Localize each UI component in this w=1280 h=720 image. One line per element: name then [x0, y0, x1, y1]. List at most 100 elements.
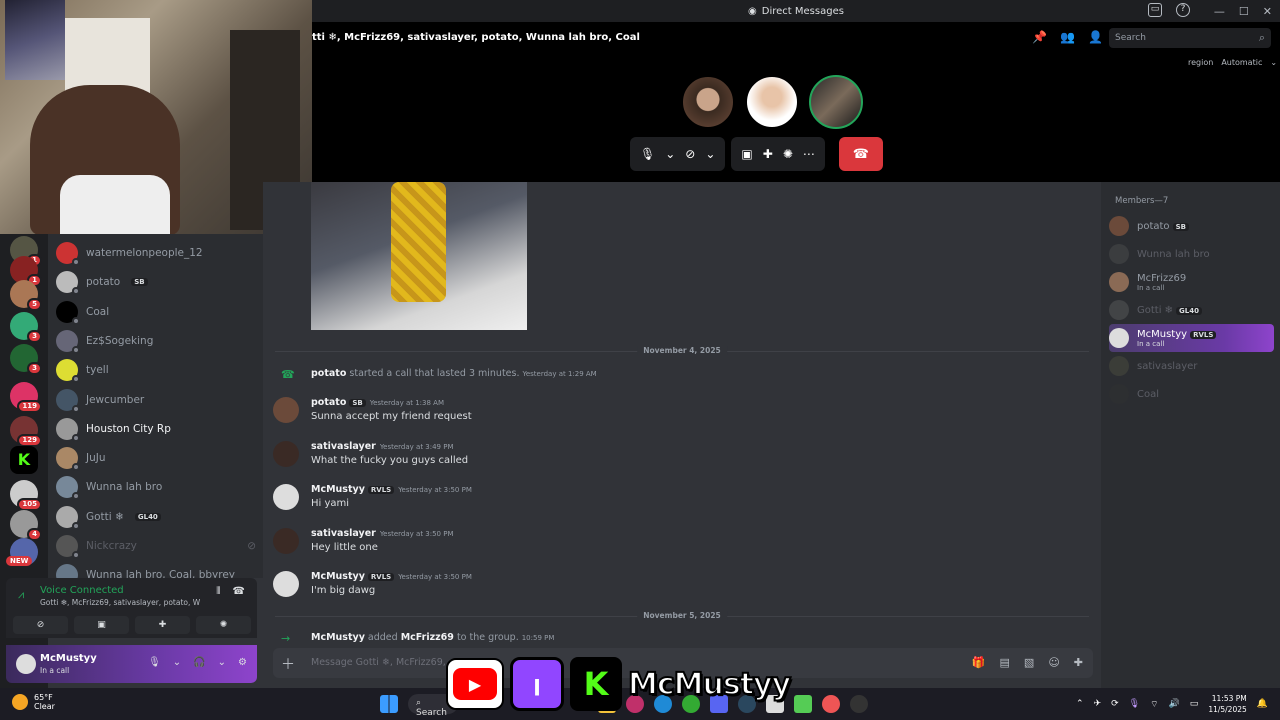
member-item[interactable]: potato SB	[1109, 212, 1274, 240]
camera-off-button[interactable]: ⊘	[13, 616, 68, 634]
chevron-down-icon[interactable]: ⌄	[173, 657, 181, 668]
microphone-icon[interactable]: 🎙	[640, 147, 655, 161]
noise-suppression-icon[interactable]: ⦀	[216, 586, 220, 597]
obs-icon[interactable]	[850, 695, 868, 713]
battery-icon[interactable]: ▭	[1190, 699, 1199, 709]
notification-bell-icon[interactable]: 🔔	[1257, 699, 1268, 709]
screen-share-icon[interactable]: ▣	[741, 147, 752, 161]
activities-button[interactable]: ✚	[135, 616, 190, 634]
apps-icon[interactable]: ✚	[1074, 656, 1083, 669]
headphones-icon[interactable]: 🎧	[193, 657, 205, 668]
app-icon[interactable]	[794, 695, 812, 713]
disconnect-icon[interactable]: ☎	[233, 586, 245, 597]
voice-status[interactable]: Voice Connected	[40, 585, 124, 596]
voice-channel[interactable]: Gotti ❄, McFrizz69, sativaslayer, potato…	[40, 598, 200, 607]
minimize-button[interactable]: —	[1214, 5, 1225, 18]
dm-item[interactable]: Ez$Sogeking	[56, 327, 256, 355]
chevron-down-icon[interactable]: ⌄	[705, 147, 715, 161]
more-icon[interactable]: ⋯	[803, 147, 815, 161]
dm-item[interactable]: Wunna lah bro, Coal, bbyrey	[56, 561, 256, 578]
member-item[interactable]: sativaslayer	[1109, 352, 1274, 380]
gif-icon[interactable]: ▤	[1000, 656, 1010, 669]
server-icon[interactable]: 119	[10, 382, 42, 413]
dm-item[interactable]: tyell	[56, 356, 256, 384]
inbox-icon[interactable]: ▭	[1148, 3, 1162, 17]
wifi-icon[interactable]: ⌔	[1150, 699, 1158, 710]
help-icon[interactable]: ?	[1176, 3, 1190, 17]
member-item[interactable]: Gotti ❄ GL40	[1109, 296, 1274, 324]
avatar[interactable]	[273, 528, 299, 554]
members-icon[interactable]: 👤	[1088, 30, 1103, 44]
server-icon[interactable]: 4	[10, 510, 42, 541]
participant-avatar[interactable]	[681, 75, 735, 129]
server-icon[interactable]: 105	[10, 480, 42, 511]
app-icon[interactable]	[822, 695, 840, 713]
dm-item[interactable]: JuJu	[56, 444, 256, 472]
gift-icon[interactable]: 🎁	[972, 656, 986, 669]
avatar[interactable]	[273, 571, 299, 597]
avatar[interactable]	[273, 441, 299, 467]
image-attachment[interactable]	[311, 182, 527, 330]
dm-item[interactable]: Nickcrazy ⊘	[56, 532, 256, 560]
member-item[interactable]: McMustyy RVLS In a call	[1109, 324, 1274, 352]
chevron-down-icon[interactable]: ⌄	[218, 657, 226, 668]
server-icon[interactable]: 3	[10, 344, 42, 375]
chevron-down-icon[interactable]: ⌄	[665, 147, 675, 161]
dm-item[interactable]: Jewcumber	[56, 386, 256, 414]
message-author[interactable]: sativaslayer	[311, 528, 376, 539]
start-button[interactable]	[380, 695, 398, 713]
participant-avatar-speaking[interactable]	[809, 75, 863, 129]
clock[interactable]: 11:53 PM 11/5/2025	[1208, 693, 1246, 715]
microphone-icon[interactable]: 🎙	[148, 657, 161, 668]
notification-icon[interactable]: ✈	[1094, 699, 1102, 709]
member-item[interactable]: Wunna lah bro	[1109, 240, 1274, 268]
sync-icon[interactable]: ⟳	[1111, 699, 1119, 709]
activities-icon[interactable]: ✚	[763, 147, 773, 161]
dm-item[interactable]: potato SB	[56, 268, 256, 296]
soundboard-button[interactable]: ✺	[196, 616, 251, 634]
message-author[interactable]: McMustyy	[311, 571, 365, 582]
signal-icon[interactable]: ⩘	[18, 588, 24, 602]
kick-server-icon[interactable]: K	[10, 446, 38, 474]
add-friends-icon[interactable]: 👥	[1060, 30, 1075, 44]
member-item[interactable]: McFrizz69 In a call	[1109, 268, 1274, 296]
avatar[interactable]	[273, 397, 299, 423]
chevron-up-icon[interactable]: ⌃	[1076, 699, 1084, 709]
message-author[interactable]: sativaslayer	[311, 441, 376, 452]
weather-widget[interactable]: 65°F Clear	[12, 693, 55, 711]
avatar[interactable]	[273, 484, 299, 510]
avatar[interactable]	[16, 654, 36, 674]
close-button[interactable]: ✕	[1263, 5, 1272, 18]
server-icon[interactable]: 3	[10, 312, 42, 343]
server-icon[interactable]: 5	[10, 280, 42, 311]
region-selector[interactable]: region Automatic ⌄	[1188, 58, 1277, 67]
participant-avatar[interactable]	[745, 75, 799, 129]
pin-icon[interactable]: 📌	[1032, 30, 1047, 44]
emoji-icon[interactable]: ☺	[1048, 656, 1059, 669]
maximize-button[interactable]: ☐	[1239, 5, 1249, 18]
message-author[interactable]: McMustyy	[311, 484, 365, 495]
message-author[interactable]: potato	[311, 368, 346, 379]
dm-item[interactable]: Wunna lah bro	[56, 473, 256, 501]
dm-item[interactable]: Gotti ❄ GL40	[56, 503, 256, 531]
server-icon[interactable]: 129	[10, 416, 42, 447]
camera-off-icon[interactable]: ⊘	[685, 147, 695, 161]
soundboard-icon[interactable]: ✺	[783, 147, 793, 161]
user-name[interactable]: McMustyy	[40, 653, 97, 664]
mic-icon[interactable]: 🎙	[1129, 699, 1140, 709]
member-item[interactable]: Coal	[1109, 380, 1274, 408]
dm-item[interactable]: Coal	[56, 298, 256, 326]
sticker-icon[interactable]: ▧	[1024, 656, 1034, 669]
message-input[interactable]: Message Gotti ❄, McFrizz69, s...	[311, 657, 463, 668]
volume-icon[interactable]: 🔊	[1169, 699, 1180, 709]
add-attachment-icon[interactable]: ＋	[281, 654, 295, 674]
gear-icon[interactable]: ⚙	[238, 657, 247, 668]
dm-item[interactable]: watermelonpeople_12	[56, 239, 256, 267]
end-call-button[interactable]: ☎	[838, 137, 883, 171]
dm-item[interactable]: Houston City Rp	[56, 415, 256, 443]
message-author[interactable]: McMustyy	[311, 632, 365, 643]
search-input[interactable]: Search ⌕	[1109, 28, 1271, 48]
screen-share-button[interactable]: ▣	[74, 616, 129, 634]
message-author[interactable]: potato	[311, 397, 346, 408]
mentioned-user[interactable]: McFrizz69	[401, 632, 454, 643]
